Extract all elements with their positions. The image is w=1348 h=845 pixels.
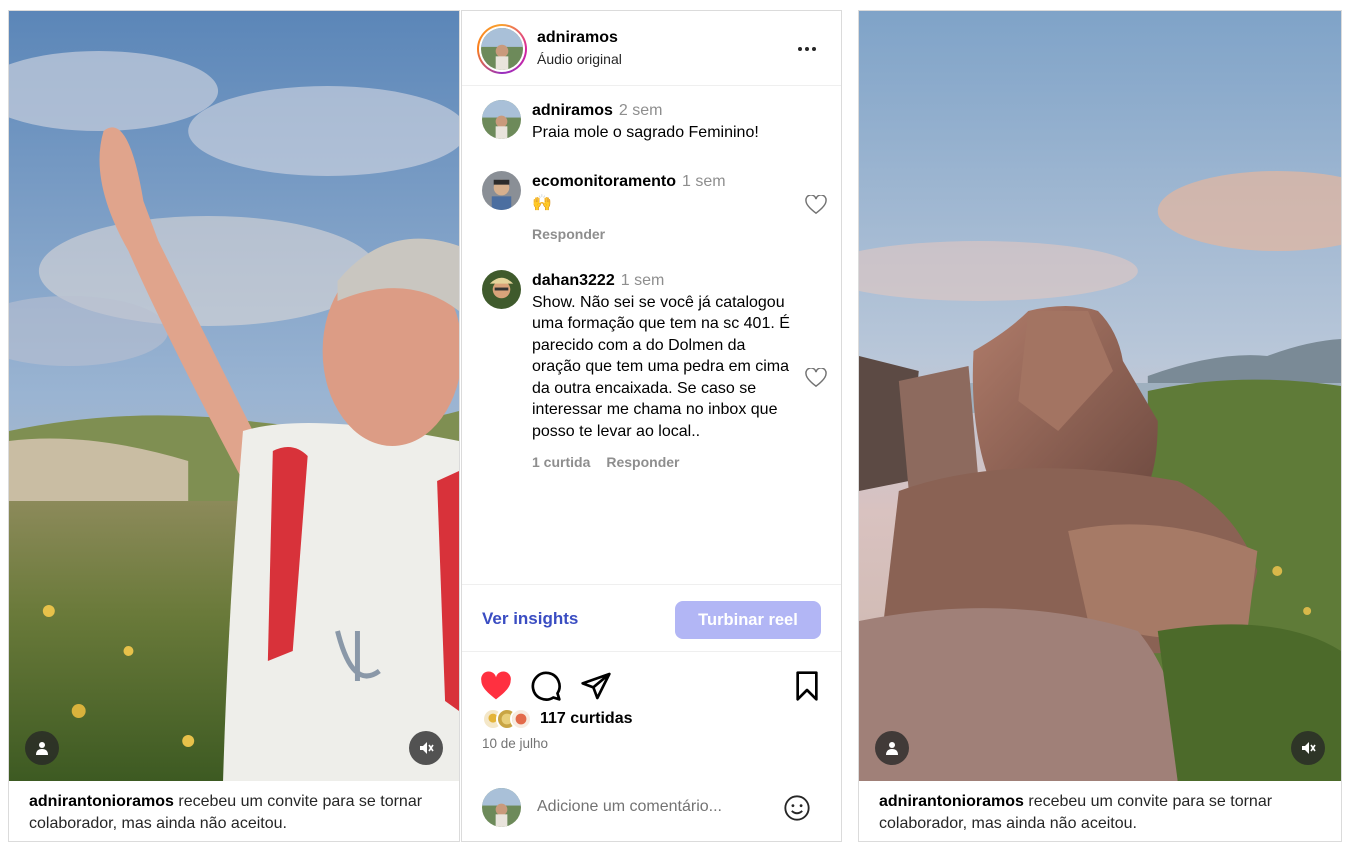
smiley-icon [784,795,810,821]
right-reel-video[interactable] [859,11,1341,781]
share-button[interactable] [580,670,612,702]
comment-text: 🙌 [532,194,552,212]
right-reel-panel: adnirantonioramos recebeu um convite par… [858,10,1342,842]
comment-input[interactable] [537,795,767,819]
comment-likes[interactable]: 1 curtida [532,454,590,470]
invite-username[interactable]: adnirantonioramos [29,793,174,810]
comment-text: Show. Não sei se você já catalogou uma f… [532,293,790,440]
collab-invite-text: adnirantonioramos recebeu um convite par… [879,791,1325,835]
comment-avatar[interactable] [482,171,521,210]
comment-username[interactable]: dahan3222 [532,272,615,289]
reply-button[interactable]: Responder [532,226,605,242]
comment-avatar[interactable] [482,270,521,309]
mute-button[interactable] [1291,731,1325,765]
comment-time[interactable]: 2 sem [619,102,663,119]
save-button[interactable] [791,670,823,702]
speaker-muted-icon [420,742,434,754]
liker-avatar [510,708,532,730]
post-actions [462,666,841,706]
header-username[interactable]: adniramos [537,29,618,47]
speaker-muted-icon [1302,742,1316,754]
comment-avatar[interactable] [482,100,521,139]
user-tag-button[interactable] [25,731,59,765]
emoji-button[interactable] [783,794,811,822]
likes-summary[interactable]: 117 curtidas [482,708,633,730]
left-reel-panel: adnirantonioramos recebeu um convite par… [8,10,460,842]
likes-count[interactable]: 117 curtidas [540,710,633,728]
insights-bar: Ver insights Turbinar reel [462,584,841,652]
comment-time[interactable]: 1 sem [682,173,726,190]
person-icon [886,742,898,755]
boost-reel-button[interactable]: Turbinar reel [675,601,821,639]
mute-button[interactable] [409,731,443,765]
user-tag-button[interactable] [875,731,909,765]
post-header: adniramos Áudio original [462,11,841,86]
comment-username[interactable]: ecomonitoramento [532,173,676,190]
comment-button[interactable] [530,670,562,702]
more-dot [812,47,816,51]
more-dot [805,47,809,51]
person-icon [36,742,48,755]
header-avatar[interactable] [477,24,527,74]
left-reel-video[interactable] [9,11,459,781]
like-button[interactable] [480,670,512,702]
more-dot [798,47,802,51]
invite-username[interactable]: adnirantonioramos [879,793,1024,810]
collab-invite-text: adnirantonioramos recebeu um convite par… [29,791,443,835]
post-date[interactable]: 10 de julho [482,736,548,751]
like-comment-heart-icon[interactable] [805,195,827,215]
reply-button[interactable]: Responder [606,454,679,470]
comment-bubble-icon [531,671,561,701]
post-detail-panel: adniramos Áudio original adniramos 2 sem … [461,10,842,842]
audio-label[interactable]: Áudio original [537,51,622,67]
comment-username[interactable]: adniramos [532,102,613,119]
heart-filled-icon [481,671,511,700]
comment-text: Praia mole o sagrado Feminino! [532,123,759,141]
view-insights-link[interactable]: Ver insights [482,609,578,629]
more-options-button[interactable] [795,39,819,59]
bookmark-icon [796,671,818,701]
paper-plane-icon [581,672,611,700]
current-user-avatar [482,788,521,827]
comment-time[interactable]: 1 sem [621,272,665,289]
like-comment-heart-icon[interactable] [805,368,827,388]
add-comment-bar [462,773,841,841]
